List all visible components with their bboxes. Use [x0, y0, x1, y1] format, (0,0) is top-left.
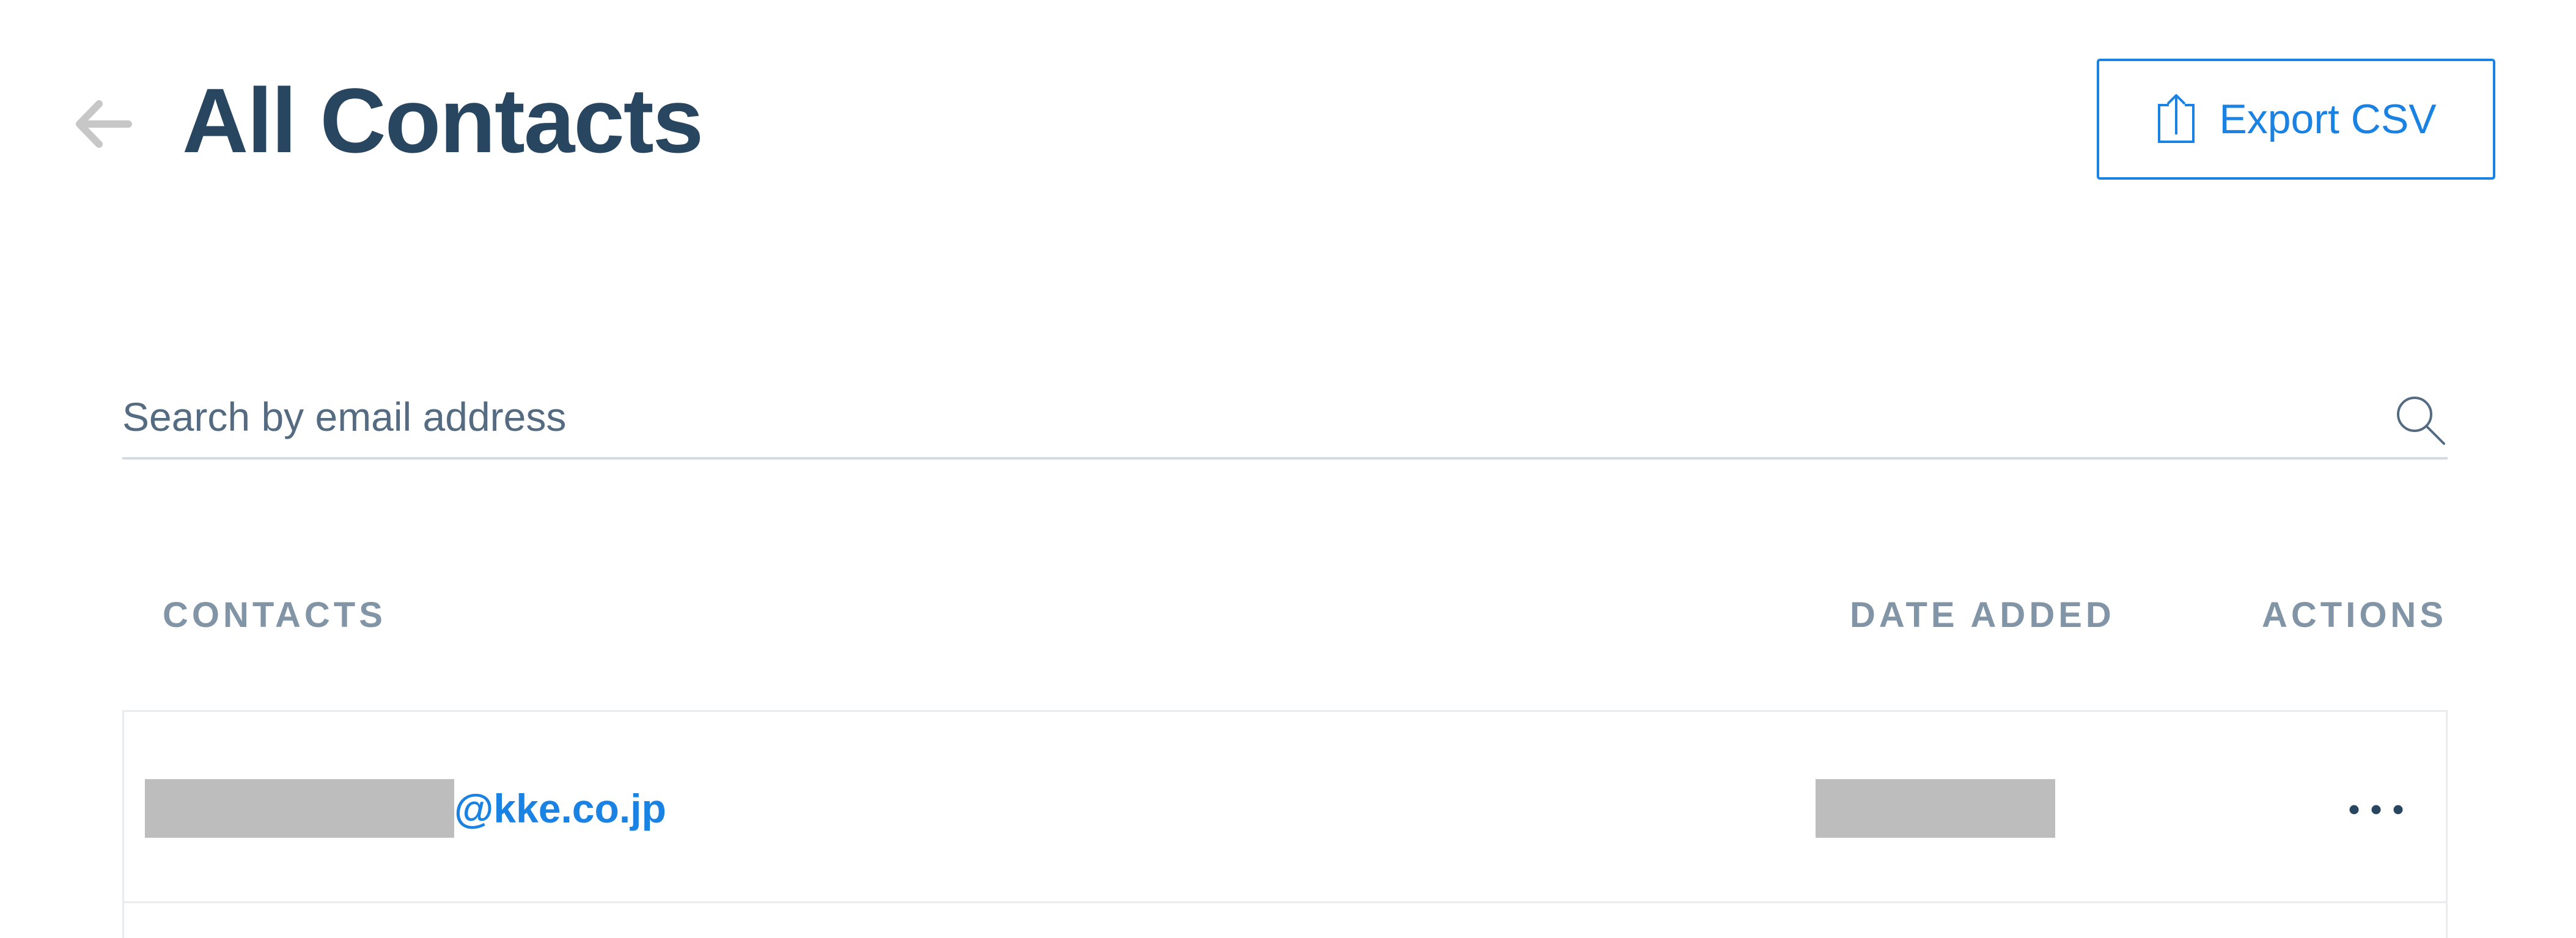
contact-email-domain: @kke.co.jp	[454, 786, 666, 831]
table-row: @kke.co.jp	[122, 710, 2448, 903]
column-header-date-added: DATE ADDED	[1850, 595, 2115, 635]
table-row-next	[122, 901, 2448, 938]
column-header-contacts: CONTACTS	[163, 595, 386, 635]
search-bar	[122, 376, 2448, 460]
page-title: All Contacts	[182, 69, 704, 172]
contact-email-link[interactable]: @kke.co.jp	[145, 779, 666, 838]
redacted-date-added	[1816, 779, 2055, 838]
more-horizontal-icon[interactable]	[2333, 785, 2419, 834]
export-csv-button[interactable]: Export CSV	[2097, 59, 2495, 180]
upload-icon	[2158, 94, 2195, 143]
redacted-email-local-part	[145, 779, 454, 838]
column-header-actions: ACTIONS	[2262, 595, 2447, 635]
search-icon[interactable]	[2393, 392, 2448, 447]
back-arrow-icon[interactable]	[72, 97, 133, 152]
export-csv-label: Export CSV	[2219, 96, 2437, 142]
search-input[interactable]	[122, 376, 2323, 457]
